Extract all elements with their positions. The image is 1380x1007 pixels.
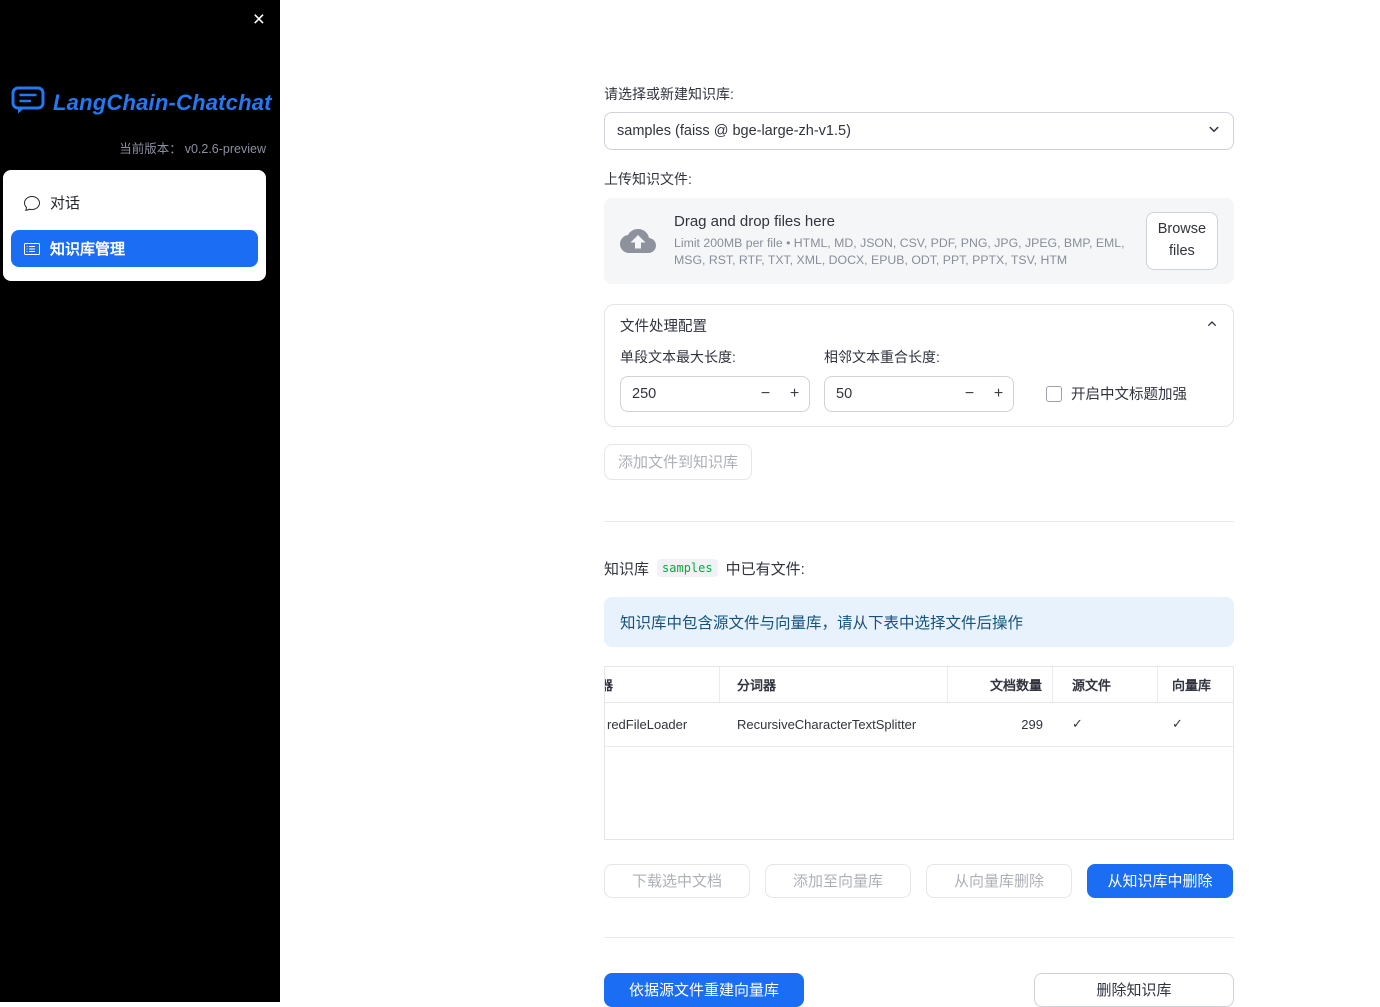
file-dropzone[interactable]: Drag and drop files here Limit 200MB per… xyxy=(604,198,1234,284)
version-label: 当前版本： xyxy=(119,142,182,156)
add-to-vector-store-button[interactable]: 添加至向量库 xyxy=(765,863,911,898)
delete-from-vector-store-button[interactable]: 从向量库删除 xyxy=(926,863,1072,898)
table-header-doc-count[interactable]: 文档数量 xyxy=(948,666,1053,702)
browse-files-button[interactable]: Browse files xyxy=(1145,212,1218,270)
zh-title-checkbox-label: 开启中文标题加强 xyxy=(1071,387,1187,403)
sidebar-menu: 对话 知识库管理 xyxy=(3,170,266,281)
kb-select-label: 请选择或新建知识库: xyxy=(604,86,734,102)
plus-step-button[interactable]: + xyxy=(984,377,1013,411)
chevron-down-icon xyxy=(1205,120,1223,142)
table-row[interactable]: redFileLoader RecursiveCharacterTextSpli… xyxy=(605,703,1233,747)
table-header-splitter[interactable]: 分词器 xyxy=(720,666,948,702)
files-table: 器 分词器 文档数量 源文件 向量库 redFileLoader Recursi… xyxy=(604,665,1234,840)
existing-files-prefix: 知识库 xyxy=(604,560,650,578)
cell-splitter: RecursiveCharacterTextSplitter xyxy=(737,716,917,732)
kb-select[interactable]: samples (faiss @ bge-large-zh-v1.5) xyxy=(604,112,1234,150)
upload-label: 上传知识文件: xyxy=(604,171,692,187)
divider xyxy=(604,936,1234,938)
sidebar: × LangChain-Chatchat 当前版本： v0.2.6-preview xyxy=(0,0,280,1002)
info-box: 知识库中包含源文件与向量库，请从下表中选择文件后操作 xyxy=(604,596,1234,647)
overlap-length-label: 相邻文本重合长度: xyxy=(824,348,940,365)
download-selected-button[interactable]: 下载选中文档 xyxy=(604,863,750,898)
cell-source-file-check: ✓ xyxy=(1072,716,1083,731)
existing-files-suffix: 中已有文件: xyxy=(725,560,805,578)
max-length-input: − + xyxy=(620,375,810,412)
logo-title: LangChain-Chatchat xyxy=(53,89,272,115)
delete-kb-button[interactable]: 删除知识库 xyxy=(1034,972,1234,1007)
config-expander-body: 单段文本最大长度: − + 相邻文本重合长度: − + xyxy=(605,347,1233,426)
kb-name-code: samples xyxy=(657,559,718,577)
dropzone-text: Drag and drop files here Limit 200MB per… xyxy=(674,213,1146,268)
upload-cloud-icon xyxy=(620,226,656,256)
kb-select-value: samples (faiss @ bge-large-zh-v1.5) xyxy=(617,123,851,139)
table-header-source-file[interactable]: 源文件 xyxy=(1053,666,1158,702)
divider xyxy=(604,520,1234,522)
dropzone-limits: Limit 200MB per file • HTML, MD, JSON, C… xyxy=(674,236,1125,267)
file-action-buttons: 下载选中文档 添加至向量库 从向量库删除 从知识库中删除 xyxy=(604,863,1234,898)
cell-doc-count: 299 xyxy=(1021,716,1043,732)
plus-step-button[interactable]: + xyxy=(780,377,809,411)
app: × LangChain-Chatchat 当前版本： v0.2.6-preview xyxy=(0,0,1380,1007)
cell-loader: redFileLoader xyxy=(607,716,688,732)
table-header-row: 器 分词器 文档数量 源文件 向量库 xyxy=(605,666,1233,703)
logo: LangChain-Chatchat xyxy=(11,86,272,119)
zh-title-checkbox[interactable] xyxy=(1046,385,1062,402)
add-files-to-kb-button[interactable]: 添加文件到知识库 xyxy=(604,443,753,480)
version-text: 当前版本： v0.2.6-preview xyxy=(116,138,266,157)
close-sidebar-button[interactable]: × xyxy=(249,5,269,34)
minus-step-button[interactable]: − xyxy=(751,377,780,411)
chat-bubble-icon xyxy=(24,195,40,211)
config-expander: 文件处理配置 单段文本最大长度: − + xyxy=(604,303,1234,427)
config-expander-title: 文件处理配置 xyxy=(620,319,707,335)
version-value: v0.2.6-preview xyxy=(184,142,266,156)
rebuild-vector-store-button[interactable]: 依据源文件重建向量库 xyxy=(604,972,804,1007)
sidebar-item-label: 知识库管理 xyxy=(50,241,126,258)
existing-files-line: 知识库 samples 中已有文件: xyxy=(604,558,1234,579)
max-length-value[interactable] xyxy=(621,385,751,402)
kb-action-buttons: 依据源文件重建向量库 删除知识库 xyxy=(604,972,1234,1007)
cell-vector-store-check: ✓ xyxy=(1172,716,1183,731)
table-header-vector-store[interactable]: 向量库 xyxy=(1158,667,1233,702)
minus-step-button[interactable]: − xyxy=(955,377,984,411)
chevron-up-icon xyxy=(1204,316,1220,336)
max-length-label: 单段文本最大长度: xyxy=(620,348,736,365)
delete-from-kb-button[interactable]: 从知识库中删除 xyxy=(1087,863,1233,898)
logo-chat-icon xyxy=(11,86,45,119)
overlap-length-value[interactable] xyxy=(825,385,955,402)
zh-title-enhance: 开启中文标题加强 xyxy=(1046,376,1187,412)
table-header-loader[interactable]: 器 xyxy=(605,666,720,702)
overlap-length-input: − + xyxy=(824,375,1014,412)
sidebar-item-chat[interactable]: 对话 xyxy=(11,184,258,221)
config-expander-header[interactable]: 文件处理配置 xyxy=(605,305,1233,347)
main-content: 请选择或新建知识库: samples (faiss @ bge-large-zh… xyxy=(280,0,1380,1007)
sidebar-item-knowledge-base[interactable]: 知识库管理 xyxy=(11,230,258,267)
dropzone-title: Drag and drop files here xyxy=(674,213,835,231)
sidebar-item-label: 对话 xyxy=(50,195,81,212)
card-list-icon xyxy=(24,241,40,257)
